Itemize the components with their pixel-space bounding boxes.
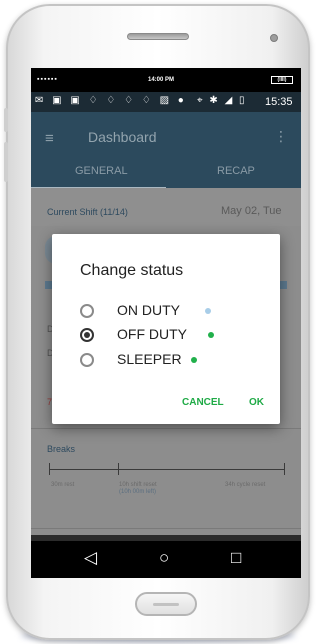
page-title: Dashboard bbox=[88, 129, 157, 145]
android-nav-bar: ◁ ○ □ bbox=[31, 541, 301, 578]
change-status-dialog: Change status ON DUTY OFF DUTY SLEEPER C… bbox=[52, 234, 280, 424]
status-time: 14:00 PM bbox=[148, 77, 175, 83]
breaks-title: Breaks bbox=[47, 444, 76, 454]
system-icons: ⌖ ✱ ◢ ▯ bbox=[197, 95, 247, 106]
status-dot-icon bbox=[191, 357, 197, 363]
tab-recap[interactable]: RECAP bbox=[217, 165, 255, 177]
timeline-tick bbox=[284, 463, 285, 475]
current-shift-row: Current Shift (11/14) May 02, Tue bbox=[31, 188, 301, 226]
hamburger-menu-icon[interactable]: ≡ bbox=[45, 130, 54, 147]
option-label: ON DUTY bbox=[117, 302, 180, 318]
shift-date: May 02, Tue bbox=[221, 205, 282, 217]
device-status-bar: ▪▪▪▪▪▪ 14:00 PM (IIII) bbox=[31, 68, 301, 92]
android-clock: 15:35 bbox=[265, 96, 293, 108]
status-dot-icon bbox=[205, 308, 211, 314]
break-label-shift-reset: 10h shift reset bbox=[119, 482, 157, 488]
break-label-rest: 30m rest bbox=[51, 482, 75, 488]
current-shift-label: Current Shift (11/14) bbox=[47, 207, 128, 217]
timeline-tick bbox=[118, 463, 119, 475]
divider bbox=[31, 428, 301, 429]
front-camera bbox=[270, 34, 278, 42]
recents-icon[interactable]: □ bbox=[231, 548, 241, 568]
break-label-cycle-reset: 34h cycle reset bbox=[225, 482, 266, 488]
option-sleeper[interactable]: SLEEPER bbox=[80, 351, 270, 373]
option-label: SLEEPER bbox=[117, 351, 182, 367]
radio-button[interactable] bbox=[80, 353, 94, 367]
overflow-menu-icon[interactable]: ⋮ bbox=[274, 128, 288, 145]
tab-general[interactable]: GENERAL bbox=[75, 165, 128, 177]
breaks-timeline bbox=[49, 469, 284, 470]
dialog-title: Change status bbox=[80, 262, 184, 279]
status-dot-icon bbox=[208, 332, 214, 338]
earpiece-speaker bbox=[127, 33, 189, 40]
volume-button bbox=[4, 108, 8, 132]
battery-icon: (IIII) bbox=[271, 76, 293, 84]
android-status-bar: ✉ ▣ ▣ ♢ ♢ ♢ ♢ ▨ ● ⌖ ✱ ◢ ▯ 15:35 bbox=[31, 92, 301, 112]
break-remaining: (10h 00m left) bbox=[119, 489, 157, 495]
hardware-home-button[interactable] bbox=[135, 592, 197, 616]
cancel-button[interactable]: CANCEL bbox=[182, 397, 224, 408]
radio-button[interactable] bbox=[80, 304, 94, 318]
home-icon[interactable]: ○ bbox=[159, 548, 169, 568]
side-button bbox=[4, 142, 8, 182]
option-on-duty[interactable]: ON DUTY bbox=[80, 302, 270, 324]
timeline-tick bbox=[49, 463, 50, 475]
signal-icon: ▪▪▪▪▪▪ bbox=[37, 76, 58, 83]
divider bbox=[31, 528, 301, 529]
radio-button-checked[interactable] bbox=[80, 328, 94, 342]
option-label: OFF DUTY bbox=[117, 326, 187, 342]
ok-button[interactable]: OK bbox=[249, 397, 264, 408]
back-icon[interactable]: ◁ bbox=[84, 548, 97, 568]
option-off-duty[interactable]: OFF DUTY bbox=[80, 326, 270, 348]
notification-icons: ✉ ▣ ▣ ♢ ♢ ♢ ♢ ▨ ● bbox=[35, 95, 187, 106]
